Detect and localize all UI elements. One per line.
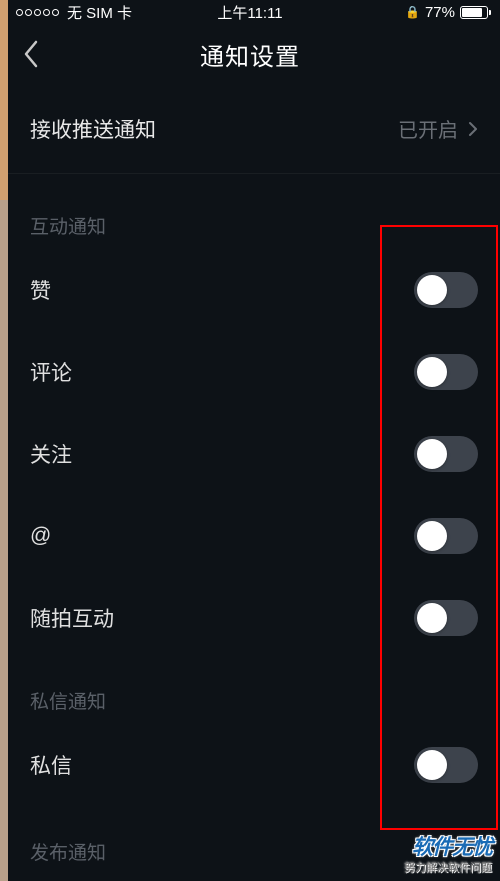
battery-icon [460, 6, 488, 19]
setting-row-mention: @ [8, 495, 500, 577]
setting-label-comment: 评论 [30, 357, 72, 387]
status-left: 无 SIM 卡 [16, 2, 132, 23]
push-value-container: 已开启 [398, 114, 478, 143]
setting-label-dm: 私信 [30, 750, 72, 780]
push-value: 已开启 [398, 114, 458, 143]
toggle-like[interactable] [414, 272, 478, 308]
status-right: 🔒 77% [405, 4, 488, 21]
setting-row-follow: 关注 [8, 413, 500, 495]
back-button[interactable] [22, 39, 40, 69]
setting-label-suipai: 随拍互动 [30, 603, 114, 633]
toggle-mention[interactable] [414, 518, 478, 554]
toggle-follow[interactable] [414, 436, 478, 472]
section-header-interactive: 互动通知 [8, 184, 500, 249]
chevron-left-icon [22, 39, 40, 69]
watermark-sub: 努力解决软件问题 [404, 859, 492, 875]
watermark: 软件无忧 努力解决软件问题 [400, 829, 496, 877]
carrier-label: 无 SIM 卡 [67, 2, 132, 23]
toggle-dm[interactable] [414, 747, 478, 783]
watermark-main: 软件无忧 [404, 831, 492, 861]
setting-label-mention: @ [30, 524, 51, 548]
chevron-right-icon [468, 121, 478, 137]
setting-label-follow: 关注 [30, 439, 72, 469]
push-notification-row[interactable]: 接收推送通知 已开启 [8, 84, 500, 174]
setting-row-suipai: 随拍互动 [8, 577, 500, 659]
toggle-suipai[interactable] [414, 600, 478, 636]
status-time: 上午11:11 [217, 2, 282, 23]
setting-row-comment: 评论 [8, 331, 500, 413]
page-title: 通知设置 [0, 37, 500, 72]
setting-label-like: 赞 [30, 275, 51, 305]
toggle-comment[interactable] [414, 354, 478, 390]
section-header-dm: 私信通知 [8, 659, 500, 724]
setting-row-like: 赞 [8, 249, 500, 331]
lock-icon: 🔒 [405, 5, 420, 19]
nav-bar: 通知设置 [0, 24, 500, 84]
push-label: 接收推送通知 [30, 114, 156, 144]
battery-pct: 77% [425, 4, 455, 21]
status-bar: 无 SIM 卡 上午11:11 🔒 77% [0, 0, 500, 24]
setting-row-dm: 私信 [8, 724, 500, 806]
